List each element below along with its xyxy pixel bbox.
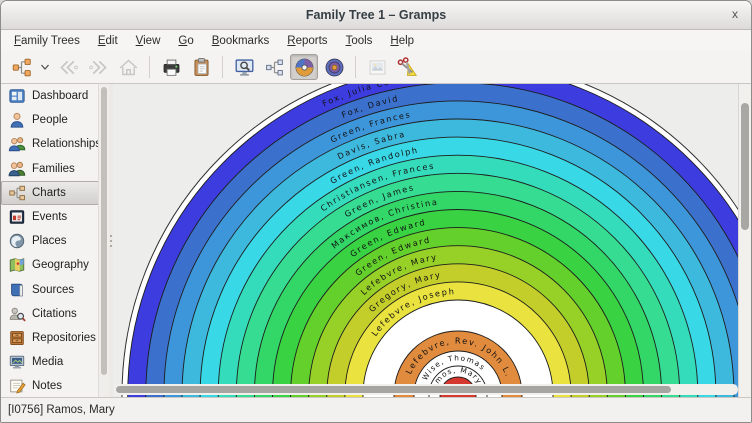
fan-chart-view-button[interactable] (290, 54, 318, 80)
sidebar-item-repositories[interactable]: Repositories (1, 326, 99, 350)
fan-chart-icon (294, 57, 315, 78)
sidebar-item-media[interactable]: Media (1, 350, 99, 374)
menu-item-view[interactable]: View (127, 33, 170, 49)
sidebar-item-label: Relationships (32, 138, 101, 150)
fan-chart-2-icon (324, 57, 345, 78)
sidebar-item-dashboard[interactable]: Dashboard (1, 84, 99, 108)
media-button[interactable] (363, 54, 391, 80)
relationships-icon (8, 135, 26, 153)
active-person-status: [I0756] Ramos, Mary (8, 404, 115, 416)
pedigree-icon (264, 57, 285, 78)
sidebar-item-label: Events (32, 211, 67, 223)
sidebar-scrollbar-thumb[interactable] (101, 87, 107, 375)
printer-icon (161, 57, 182, 78)
ancestry-dropdown-button[interactable] (37, 54, 52, 80)
geography-icon (8, 256, 26, 274)
close-window-icon[interactable]: x (732, 7, 738, 21)
sidebar-scrollbar[interactable] (98, 84, 109, 397)
main-content: Dashboard People Relationships Families Char… (1, 84, 751, 397)
vertical-scrollbar-thumb[interactable] (741, 103, 749, 230)
person-icon (8, 111, 26, 129)
two-way-fan-view-button[interactable] (320, 54, 348, 80)
toolbar-separator (222, 56, 223, 78)
status-bar: [I0756] Ramos, Mary (1, 397, 751, 422)
toolbar (1, 51, 751, 84)
print-button[interactable] (157, 54, 185, 80)
sidebar-item-people[interactable]: People (1, 108, 99, 132)
sidebar-item-label: Repositories (32, 332, 96, 344)
monitor-search-icon (234, 57, 255, 78)
chevron-down-icon (39, 61, 51, 73)
sidebar-item-label: Sources (32, 284, 74, 296)
menu-item-reports[interactable]: Reports (278, 33, 336, 49)
ancestry-button[interactable] (7, 54, 35, 80)
fan-chart-canvas[interactable]: Ramos, MaryWise, ThomasLefebvre, Rev. Jo… (113, 84, 751, 397)
sidebar-item-places[interactable]: Places (1, 229, 99, 253)
clipboard-icon (191, 57, 212, 78)
clipboard-button[interactable] (187, 54, 215, 80)
sidebar-item-label: Families (32, 163, 75, 175)
families-icon (8, 160, 26, 178)
home-button[interactable] (114, 54, 142, 80)
menu-item-go[interactable]: Go (169, 33, 202, 49)
notes-icon (8, 377, 26, 395)
sidebar-item-sources[interactable]: Sources (1, 278, 99, 302)
sidebar-item-citations[interactable]: Citations (1, 302, 99, 326)
sidebar-item-label: Geography (32, 259, 89, 271)
sidebar-item-families[interactable]: Families (1, 157, 99, 181)
sources-icon (8, 281, 26, 299)
scissors-icon (397, 57, 418, 78)
back-button[interactable] (54, 54, 82, 80)
repositories-icon (8, 329, 26, 347)
back-icon (58, 57, 79, 78)
places-icon (8, 232, 26, 250)
media-icon (8, 353, 26, 371)
image-icon (367, 57, 388, 78)
sidebar-item-events[interactable]: Events (1, 205, 99, 229)
forward-button[interactable] (84, 54, 112, 80)
horizontal-scrollbar-thumb[interactable] (116, 386, 671, 393)
citations-icon (8, 305, 26, 323)
sidebar-item-charts[interactable]: Charts (1, 181, 99, 205)
sidebar-item-label: Dashboard (32, 90, 88, 102)
menu-bar: Family TreesEditViewGoBookmarksReportsTo… (1, 30, 751, 51)
title-bar[interactable]: Family Tree 1 – Gramps x (1, 1, 751, 30)
clip-button[interactable] (393, 54, 421, 80)
horizontal-scrollbar[interactable] (114, 384, 738, 395)
fan-chart[interactable]: Ramos, MaryWise, ThomasLefebvre, Rev. Jo… (113, 84, 739, 397)
sidebar-item-label: Places (32, 235, 67, 247)
toolbar-separator (149, 56, 150, 78)
tree-icon (11, 57, 32, 78)
vertical-scrollbar[interactable] (738, 84, 751, 397)
window-title: Family Tree 1 – Gramps (306, 8, 446, 22)
pedigree-view-button[interactable] (260, 54, 288, 80)
sidebar-item-relationships[interactable]: Relationships (1, 132, 99, 156)
charts-icon (8, 184, 26, 202)
home-icon (118, 57, 139, 78)
sidebar-item-label: Citations (32, 308, 77, 320)
sidebar-item-label: People (32, 114, 68, 126)
dashboard-icon (8, 87, 26, 105)
events-icon (8, 208, 26, 226)
menu-item-tools[interactable]: Tools (337, 33, 382, 49)
sidebar-item-notes[interactable]: Notes (1, 374, 99, 398)
sidebar-item-label: Media (32, 356, 63, 368)
forward-icon (88, 57, 109, 78)
configure-view-button[interactable] (230, 54, 258, 80)
sidebar-item-label: Charts (32, 187, 66, 199)
sidebar-item-label: Notes (32, 380, 62, 392)
menu-item-edit[interactable]: Edit (89, 33, 127, 49)
navigator-sidebar: Dashboard People Relationships Families Char… (1, 84, 109, 397)
gramps-window: Family Tree 1 – Gramps x Family TreesEdi… (0, 0, 752, 423)
menu-item-bookmarks[interactable]: Bookmarks (203, 33, 279, 49)
menu-item-family-trees[interactable]: Family Trees (5, 33, 89, 49)
toolbar-separator (355, 56, 356, 78)
menu-item-help[interactable]: Help (381, 33, 423, 49)
sidebar-item-geography[interactable]: Geography (1, 253, 99, 277)
